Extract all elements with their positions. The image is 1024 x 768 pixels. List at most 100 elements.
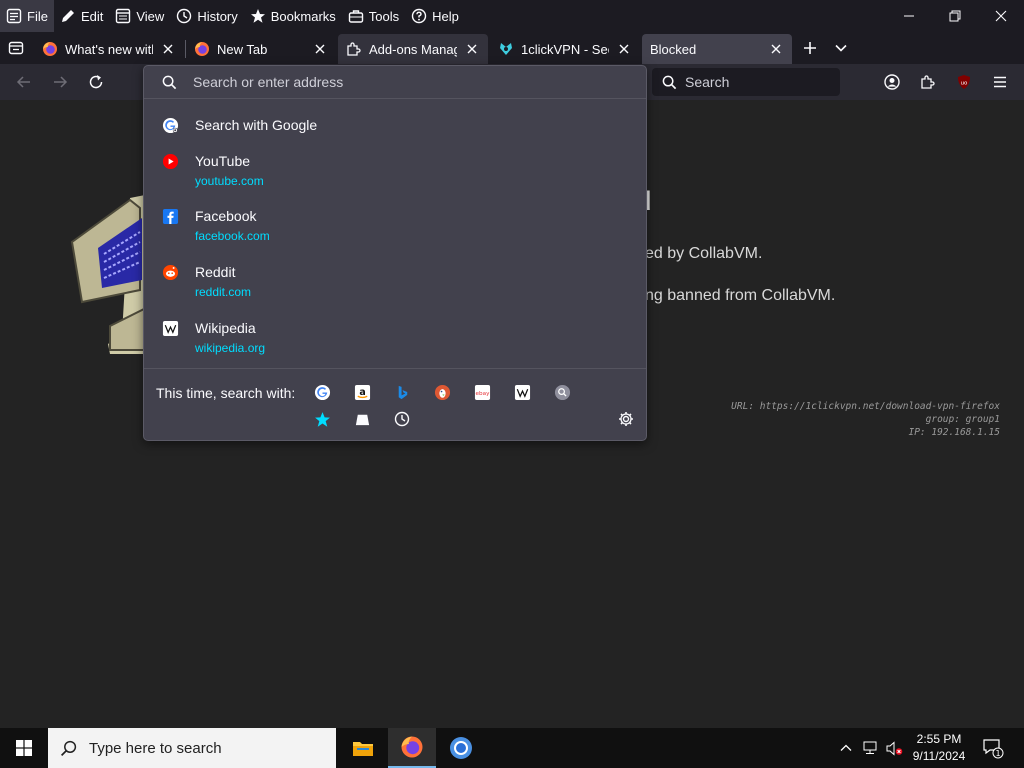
wikipedia-icon <box>514 384 530 400</box>
taskbar-file-explorer[interactable] <box>339 728 387 768</box>
result-reddit[interactable]: Reddit reddit.com <box>144 264 646 299</box>
tab-1clickvpn[interactable]: 1clickVPN - Secure VPN <box>490 34 640 64</box>
back-button[interactable] <box>10 68 38 96</box>
search-bookmarks-button[interactable] <box>313 410 331 428</box>
taskbar-clock[interactable]: 2:55 PM 9/11/2024 <box>904 731 974 765</box>
clock-date: 9/11/2024 <box>912 749 966 763</box>
puzzle-icon <box>921 75 935 89</box>
search-bar-placeholder: Search <box>685 74 730 90</box>
bing-icon <box>398 385 407 399</box>
speaker-muted-icon <box>886 740 902 756</box>
plus-icon <box>804 42 816 54</box>
start-button[interactable] <box>0 728 48 768</box>
folder-icon <box>353 742 373 756</box>
volume-status[interactable] <box>882 728 906 768</box>
search-history-button[interactable] <box>393 410 411 428</box>
result-wikipedia[interactable]: Wikipedia wikipedia.org <box>144 320 646 355</box>
menu-help[interactable]: Help <box>405 0 465 32</box>
action-center-button[interactable]: 1 <box>978 728 1008 768</box>
tab-new-tab[interactable]: New Tab <box>186 34 336 64</box>
menu-file[interactable]: File <box>0 0 54 32</box>
menu-history[interactable]: History <box>170 0 243 32</box>
menu-view[interactable]: View <box>109 0 170 32</box>
close-icon <box>995 10 1007 22</box>
result-search-google[interactable]: Search with Google <box>144 115 646 135</box>
facebook-icon <box>162 208 179 225</box>
taskbar-search-placeholder: Type here to search <box>89 739 222 757</box>
svg-text:a: a <box>359 386 365 397</box>
search-bar[interactable]: Search <box>652 68 840 96</box>
result-url: youtube.com <box>195 174 264 188</box>
close-icon[interactable] <box>312 41 328 57</box>
urlbar-dropdown: Search with Google YouTube youtube.com F… <box>143 65 647 441</box>
tab-blocked[interactable]: Blocked <box>642 34 792 64</box>
taskbar-search-box[interactable]: Type here to search <box>48 728 336 768</box>
menu-view-label: View <box>136 8 165 24</box>
result-text: Reddit reddit.com <box>195 264 251 299</box>
result-facebook[interactable]: Facebook facebook.com <box>144 208 646 243</box>
menu-edit-label: Edit <box>80 8 104 24</box>
duckduckgo-icon <box>434 384 450 400</box>
close-icon[interactable] <box>464 41 480 57</box>
engine-ebay-button[interactable]: ebay <box>473 383 491 401</box>
url-input[interactable] <box>193 74 613 90</box>
engine-duckduckgo-button[interactable] <box>433 383 451 401</box>
menu-edit[interactable]: Edit <box>54 0 109 32</box>
menu-bar: File Edit View History Bookmarks Tools H… <box>0 0 1024 32</box>
engine-bing-button[interactable] <box>393 383 411 401</box>
notification-count: 1 <box>995 749 1000 758</box>
result-title: Search with Google <box>195 117 318 133</box>
magnifier-icon <box>554 384 570 400</box>
ublock-origin-button[interactable]: uo <box>950 68 978 96</box>
tab-strip: What's new with Firefox New Tab Add-ons … <box>0 32 1024 64</box>
taskbar-firefox[interactable] <box>388 728 436 768</box>
app-menu-button[interactable] <box>986 68 1014 96</box>
result-youtube[interactable]: YouTube youtube.com <box>144 153 646 188</box>
oneoff-divider <box>144 368 646 369</box>
close-window-button[interactable] <box>978 0 1024 32</box>
engine-search-button[interactable] <box>553 383 571 401</box>
menu-tools[interactable]: Tools <box>342 0 405 32</box>
network-status[interactable] <box>859 728 883 768</box>
restore-button[interactable] <box>932 0 978 32</box>
new-tab-button[interactable] <box>796 34 824 62</box>
tab-whats-new[interactable]: What's new with Firefox <box>34 34 184 64</box>
notification-icon: 1 <box>983 739 1004 759</box>
tab-title: Add-ons Manager <box>369 41 457 57</box>
search-settings-button[interactable] <box>617 410 635 428</box>
close-icon[interactable] <box>768 41 784 57</box>
search-icon <box>162 75 177 89</box>
engine-wikipedia-button[interactable] <box>513 383 531 401</box>
forward-button[interactable] <box>46 68 74 96</box>
result-url: reddit.com <box>195 285 252 299</box>
reload-button[interactable] <box>82 68 110 96</box>
firefox-view-button[interactable] <box>2 34 30 62</box>
extensions-button[interactable] <box>914 68 942 96</box>
oneoff-search-label: This time, search with: <box>156 385 296 401</box>
tab-addons-manager[interactable]: Add-ons Manager <box>338 34 488 64</box>
menu-bookmarks[interactable]: Bookmarks <box>244 0 342 32</box>
search-icon <box>60 740 77 756</box>
taskbar-chromium[interactable] <box>437 728 485 768</box>
engine-amazon-button[interactable]: a <box>353 383 371 401</box>
blocked-details: URL: https://1clickvpn.net/download-vpn-… <box>731 400 1000 439</box>
show-hidden-icons-button[interactable] <box>834 728 858 768</box>
chevron-down-icon <box>835 44 847 52</box>
search-tabs-button[interactable] <box>353 410 371 428</box>
windows-logo-icon <box>16 740 32 756</box>
result-text: Facebook facebook.com <box>195 208 270 243</box>
close-icon[interactable] <box>160 41 176 57</box>
engine-google-button[interactable] <box>313 383 331 401</box>
minimize-button[interactable] <box>886 0 932 32</box>
google-icon <box>314 384 330 400</box>
list-all-tabs-button[interactable] <box>827 34 855 62</box>
urlbar-input-row <box>144 66 646 99</box>
menu-tools-label: Tools <box>368 8 400 24</box>
ublock-badge: uo <box>961 81 968 87</box>
account-icon <box>884 74 900 90</box>
close-icon[interactable] <box>616 41 632 57</box>
account-button[interactable] <box>878 68 906 96</box>
result-url: wikipedia.org <box>195 341 266 355</box>
tab-title: 1clickVPN - Secure VPN <box>521 41 609 57</box>
firefox-icon <box>195 42 209 56</box>
